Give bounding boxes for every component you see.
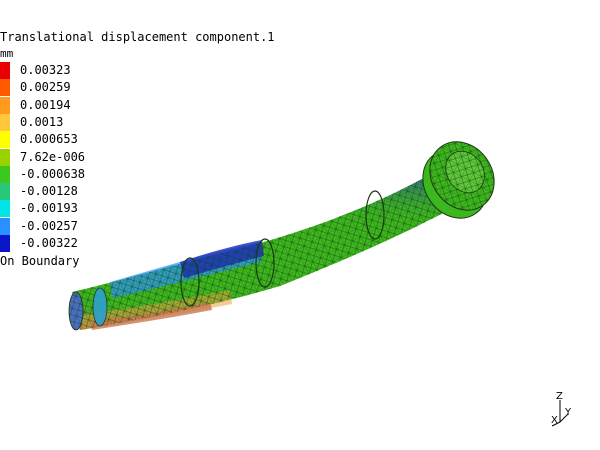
legend-swatch <box>0 148 10 166</box>
legend-swatch <box>0 62 10 79</box>
legend-value: 0.000653 <box>20 132 78 147</box>
legend-value: -0.00193 <box>20 201 78 216</box>
legend-value: -0.00322 <box>20 236 78 250</box>
axis-z-label: Z <box>556 391 563 402</box>
legend-swatch <box>0 217 10 235</box>
legend-footer: On Boundary <box>0 254 80 268</box>
axis-x-label: X <box>551 415 558 426</box>
legend-value: 0.00323 <box>20 63 71 77</box>
legend-swatch <box>0 165 10 183</box>
legend-swatch <box>0 183 10 201</box>
legend-swatch <box>0 79 10 97</box>
legend-swatch <box>0 235 10 252</box>
legend-swatch <box>0 131 10 149</box>
legend-title: Translational displacement component.1 <box>0 30 275 44</box>
legend-swatch <box>0 113 10 131</box>
legend-value: 7.62e-006 <box>20 149 86 164</box>
legend-value: 0.0013 <box>20 114 64 129</box>
legend-value: 0.00259 <box>20 80 71 95</box>
legend-value: -0.00257 <box>20 218 78 233</box>
legend-swatch <box>0 200 10 218</box>
legend-unit: mm <box>0 47 14 60</box>
axis-y-label: Y <box>565 407 572 418</box>
axis-triad[interactable]: Z Y X <box>548 392 574 430</box>
model-viewport[interactable] <box>0 0 600 450</box>
legend-value: 0.00194 <box>20 97 71 112</box>
fem-model[interactable] <box>68 129 507 331</box>
legend-value: -0.000638 <box>20 166 86 181</box>
legend-value: -0.00128 <box>20 184 78 199</box>
legend-swatch <box>0 96 10 114</box>
